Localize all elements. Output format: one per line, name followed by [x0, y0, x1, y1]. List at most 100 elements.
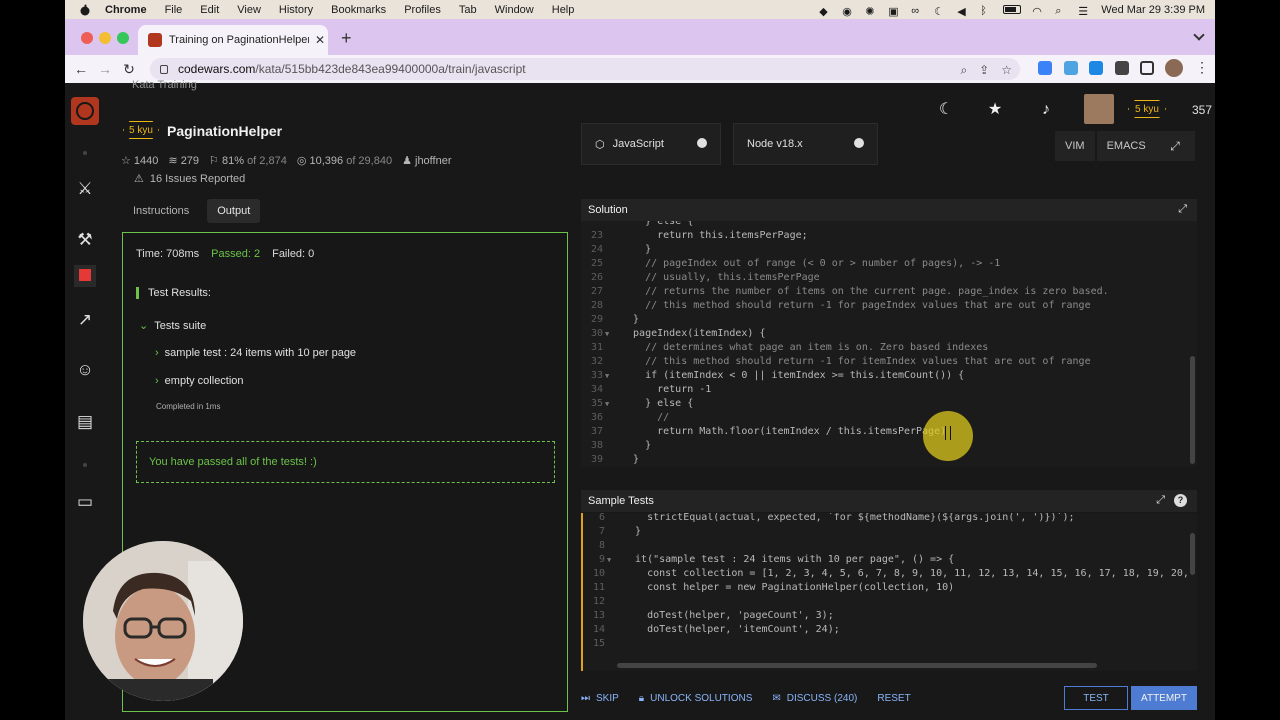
test-suite-toggle[interactable]: ⌄ Tests suite — [139, 319, 206, 332]
dark-mode-icon[interactable]: ☾ — [937, 101, 955, 119]
menu-view[interactable]: View — [237, 4, 261, 16]
fold-arrow-icon[interactable]: ▼ — [605, 369, 609, 383]
code-line[interactable]: 9 ▼ it("sample test : 24 items with 10 pe… — [583, 553, 1183, 567]
chrome-menu-icon[interactable]: ⋮ — [1195, 59, 1209, 76]
code-line[interactable]: } else { — [581, 221, 1181, 229]
practice-icon[interactable]: ⚔ — [74, 178, 96, 200]
emacs-toggle[interactable]: EMACS — [1096, 131, 1156, 161]
code-line[interactable]: 30 ▼ pageIndex(itemIndex) { — [581, 327, 1181, 341]
zoom-icon[interactable]: ⌕ — [960, 63, 967, 78]
extension-icon-3[interactable] — [1089, 61, 1103, 75]
test-case[interactable]: › sample test : 24 items with 10 per page — [155, 347, 356, 359]
sidepanel-icon[interactable] — [1140, 61, 1154, 75]
runtime-select[interactable]: Node v18.x — [733, 123, 878, 165]
tests-scrollbar-v[interactable] — [1190, 533, 1195, 575]
vim-toggle[interactable]: VIM — [1055, 131, 1095, 161]
code-line[interactable]: 14 doTest(helper, 'itemCount', 24); — [583, 623, 1183, 637]
expand-icon[interactable]: ⤢ — [1178, 203, 1187, 216]
menu-edit[interactable]: Edit — [200, 4, 219, 16]
share-icon[interactable]: ⇪ — [979, 63, 989, 78]
solution-editor[interactable]: } else {23 return this.itemsPerPage; 24 }… — [581, 221, 1197, 467]
dropbox-icon[interactable]: ◆ — [819, 5, 831, 18]
battery-icon[interactable] — [1003, 5, 1022, 14]
forward-button[interactable]: → — [97, 61, 113, 77]
extension-icon-1[interactable] — [1038, 61, 1052, 75]
back-button[interactable]: ← — [73, 61, 89, 77]
tests-scrollbar-h[interactable] — [617, 663, 1097, 668]
code-line[interactable]: 26 // usually, this.itemsPerPage — [581, 271, 1181, 285]
code-line[interactable]: 37 return Math.floor(itemIndex / this.it… — [581, 425, 1181, 439]
solution-scrollbar[interactable] — [1190, 356, 1195, 464]
discussions-icon[interactable]: ▤ — [74, 411, 96, 433]
dojo-icon[interactable]: ⚒ — [74, 229, 96, 251]
code-line[interactable]: 29 } — [581, 313, 1181, 327]
docs-icon[interactable]: ▭ — [74, 491, 96, 513]
camera-icon[interactable]: ▣ — [888, 5, 900, 18]
status-icon[interactable]: ◉ — [842, 5, 854, 18]
fold-arrow-icon[interactable]: ▼ — [607, 553, 611, 567]
address-bar[interactable]: codewars.com/kata/515bb423de843ea9940000… — [150, 58, 1020, 80]
menu-bookmarks[interactable]: Bookmarks — [331, 4, 386, 16]
code-line[interactable]: 28 // this method should return -1 for p… — [581, 299, 1181, 313]
menu-app[interactable]: Chrome — [105, 4, 147, 16]
code-line[interactable]: 6 strictEqual(actual, expected, `for ${m… — [583, 513, 1183, 525]
test-case[interactable]: › empty collection — [155, 375, 244, 387]
control-center-icon[interactable]: ☰ — [1078, 5, 1090, 18]
code-line[interactable]: 31 // determines what page an item is on… — [581, 341, 1181, 355]
moon-icon[interactable]: ☾ — [934, 5, 946, 18]
code-line[interactable]: 23 return this.itemsPerPage; — [581, 229, 1181, 243]
completions-stat[interactable]: ◎ 10,396 of 29,840 — [297, 154, 392, 167]
test-button[interactable]: TEST — [1064, 686, 1128, 710]
code-line[interactable]: 33 ▼ if (itemIndex < 0 || itemIndex >= th… — [581, 369, 1181, 383]
discord-icon[interactable]: ☺ — [74, 359, 96, 381]
kata-training-icon[interactable] — [74, 265, 96, 287]
discuss-button[interactable]: ✉ DISCUSS (240) — [772, 693, 857, 704]
codewars-logo-icon[interactable] — [71, 97, 99, 125]
fold-arrow-icon[interactable]: ▼ — [605, 327, 609, 341]
code-line[interactable]: 15 — [583, 637, 1183, 651]
bookmark-star-icon[interactable]: ☆ — [1001, 63, 1012, 78]
apple-icon[interactable] — [79, 4, 91, 16]
author-stat[interactable]: ♟ jhoffner — [402, 154, 451, 167]
extension-icon-2[interactable] — [1064, 61, 1078, 75]
glasses-icon[interactable]: ∞ — [911, 5, 923, 17]
code-line[interactable]: 25 // pageIndex out of range (< 0 or > n… — [581, 257, 1181, 271]
lock-icon[interactable] — [160, 64, 168, 74]
notifications-icon[interactable]: ♪ — [1037, 101, 1055, 119]
code-line[interactable]: 8 — [583, 539, 1183, 553]
code-line[interactable]: 10 const collection = [1, 2, 3, 4, 5, 6,… — [583, 567, 1189, 581]
sample-tests-editor[interactable]: 5 const actual = instance[methodName](..… — [581, 513, 1197, 671]
menu-window[interactable]: Window — [495, 4, 534, 16]
reset-button[interactable]: RESET — [877, 693, 910, 704]
code-line[interactable]: 7 } — [583, 525, 1183, 539]
fold-arrow-icon[interactable]: ▼ — [605, 397, 609, 411]
zoom-window-button[interactable] — [117, 32, 129, 44]
extensions-puzzle-icon[interactable] — [1115, 61, 1129, 75]
unlock-solutions-button[interactable]: 🔒︎ UNLOCK SOLUTIONS — [639, 693, 753, 704]
menu-profiles[interactable]: Profiles — [404, 4, 441, 16]
code-line[interactable]: 13 doTest(helper, 'pageCount', 3); — [583, 609, 1183, 623]
code-line[interactable]: 12 — [583, 595, 1183, 609]
close-window-button[interactable] — [81, 32, 93, 44]
wifi-icon[interactable]: ◠ — [1032, 5, 1044, 18]
search-icon[interactable]: ⌕ — [1055, 5, 1067, 17]
help-icon[interactable]: ? — [1174, 494, 1187, 507]
kata-title[interactable]: PaginationHelper — [167, 123, 282, 139]
menu-file[interactable]: File — [165, 4, 183, 16]
minimize-window-button[interactable] — [99, 32, 111, 44]
user-avatar[interactable] — [1084, 94, 1114, 124]
leaderboard-icon[interactable]: ↗ — [74, 309, 96, 331]
attempt-button[interactable]: ATTEMPT — [1131, 686, 1197, 710]
code-line[interactable]: 39 } — [581, 453, 1181, 467]
profile-avatar-icon[interactable] — [1165, 59, 1183, 77]
code-line[interactable]: 36 // — [581, 411, 1181, 425]
menu-history[interactable]: History — [279, 4, 313, 16]
fullscreen-button[interactable]: ⤢ — [1155, 131, 1195, 161]
code-line[interactable]: 24 } — [581, 243, 1181, 257]
reload-button[interactable]: ↻ — [121, 61, 137, 78]
language-select[interactable]: ⬡ JavaScript — [581, 123, 721, 165]
code-line[interactable]: 27 // returns the number of items on the… — [581, 285, 1181, 299]
bluetooth-icon[interactable]: ᛒ — [980, 5, 992, 17]
tab-search-icon[interactable] — [1193, 29, 1205, 41]
clock[interactable]: Wed Mar 29 3:39 PM — [1101, 4, 1205, 16]
